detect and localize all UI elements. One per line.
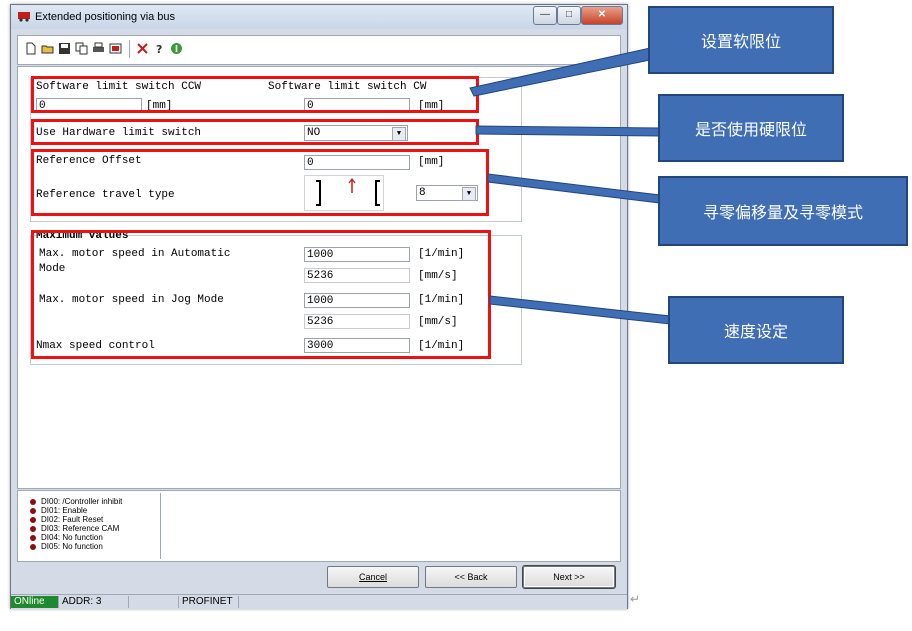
status-led-icon [30,498,36,505]
status-bar: ONline ADDR: 3 PROFINET [11,594,627,609]
callout-hard-limit: 是否使用硬限位 [658,94,844,162]
return-mark-icon: ↵ [630,592,641,606]
status-led-icon [30,525,36,532]
toolbar-separator [129,40,130,58]
next-button[interactable]: Next >> [523,566,615,588]
di-row: DI04: No function [30,533,103,542]
callout-reference: 寻零偏移量及寻零模式 [658,176,908,246]
new-icon[interactable] [24,42,37,55]
digital-inputs-panel: DI00: /Controller inhibit DI01: Enable D… [17,490,621,562]
open-icon[interactable] [41,42,54,55]
help-icon[interactable]: ? [153,42,166,55]
back-button[interactable]: << Back [425,566,517,588]
callout-soft-limit: 设置软限位 [648,6,834,74]
app-icon [18,12,30,22]
svg-text:?: ? [156,43,162,55]
status-led-icon [30,543,36,550]
protocol-status: PROFINET [179,596,239,608]
maximize-button[interactable]: □ [557,6,581,25]
di-row: DI01: Enable [30,506,87,515]
export-icon[interactable] [109,42,122,55]
callout-speed: 速度设定 [668,296,844,364]
status-empty-cell [129,596,179,608]
main-window: Extended positioning via bus — □ ✕ ? Sof… [10,4,628,609]
online-indicator: ONline [11,596,59,608]
window-title: Extended positioning via bus [35,11,176,23]
di-row: DI02: Fault Reset [30,515,103,524]
status-led-icon [30,516,36,523]
di-row: DI05: No function [30,542,103,551]
minimize-button[interactable]: — [533,6,557,25]
tools-icon[interactable] [136,42,149,55]
highlight-speed [31,230,491,359]
highlight-soft-limit [31,76,479,113]
info-icon[interactable] [170,42,183,55]
address-status: ADDR: 3 [59,596,129,608]
toolbar: ? [17,35,621,65]
status-led-icon [30,534,36,541]
save-icon[interactable] [58,42,71,55]
title-bar[interactable]: Extended positioning via bus — □ ✕ [11,5,627,29]
status-led-icon [30,507,36,514]
highlight-hard-limit [31,119,479,145]
copy-icon[interactable] [75,42,88,55]
cancel-button[interactable]: Cancel [327,566,419,588]
highlight-reference [31,149,489,216]
settings-panel: Software limit switch CCW Software limit… [17,66,621,489]
panel-divider [160,493,161,559]
di-row: DI00: /Controller inhibit [30,497,122,506]
print-icon[interactable] [92,42,105,55]
close-button[interactable]: ✕ [581,6,623,25]
di-row: DI03: Reference CAM [30,524,119,533]
button-bar: Cancel << Back Next >> [17,562,619,592]
